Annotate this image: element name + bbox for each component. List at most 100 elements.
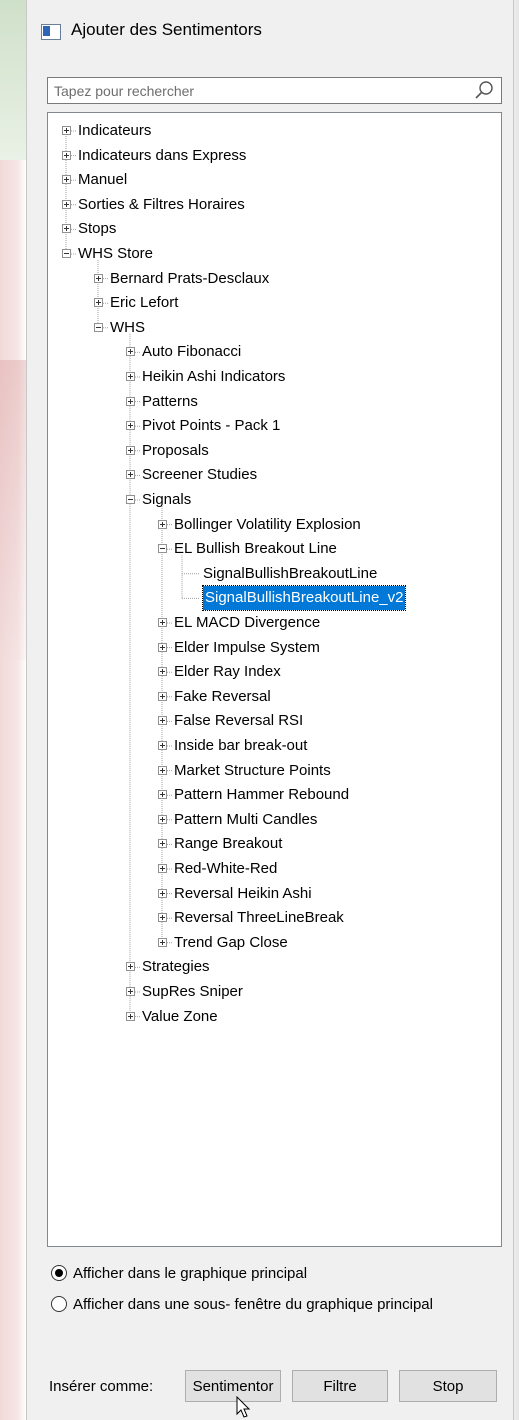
expand-plus-icon[interactable] [158, 888, 167, 898]
expand-plus-icon[interactable] [94, 273, 103, 283]
tree-folder-item[interactable]: Range Breakout [48, 832, 498, 856]
search-input[interactable] [54, 81, 454, 101]
search-box[interactable] [47, 77, 502, 104]
tree-leaf-item[interactable]: SignalBullishBreakoutLine [48, 562, 498, 586]
tree-folder-item[interactable]: Manuel [48, 168, 498, 192]
tree-folder-item[interactable]: Pattern Hammer Rebound [48, 783, 498, 807]
tree-folder-item[interactable]: WHS Store [48, 242, 498, 266]
tree-folder-item[interactable]: EL Bullish Breakout Line [48, 537, 498, 561]
tree-folder-item[interactable]: Proposals [48, 439, 498, 463]
tree-item-label: Bernard Prats-Desclaux [110, 269, 270, 287]
stop-button[interactable]: Stop [399, 1370, 497, 1402]
expand-plus-icon[interactable] [158, 716, 167, 726]
tree-item-label: Bollinger Volatility Explosion [174, 515, 361, 533]
sentimentor-button[interactable]: Sentimentor [185, 1370, 281, 1402]
tree-folder-item[interactable]: Inside bar break-out [48, 734, 498, 758]
radio-main-chart-label: Afficher dans le graphique principal [73, 1265, 308, 1282]
search-icon[interactable] [473, 80, 495, 102]
tree-item-label: Elder Impulse System [174, 638, 320, 656]
filter-button[interactable]: Filtre [292, 1370, 388, 1402]
tree-folder-item[interactable]: Eric Lefort [48, 291, 498, 315]
tree-folder-item[interactable]: Patterns [48, 390, 498, 414]
tree-item-label: Indicateurs dans Express [78, 146, 247, 164]
tree-item-label: WHS Store [78, 245, 154, 262]
tree-folder-item[interactable]: SupRes Sniper [48, 980, 498, 1004]
expand-plus-icon[interactable] [158, 618, 167, 627]
collapse-minus-icon[interactable] [62, 249, 71, 258]
tree-folder-item[interactable]: Market Structure Points [48, 759, 498, 783]
expand-plus-icon[interactable] [126, 987, 135, 996]
expand-plus-icon[interactable] [62, 224, 71, 234]
dialog-title: Ajouter des Sentimentors [71, 20, 262, 39]
collapse-minus-icon[interactable] [94, 322, 103, 332]
collapse-minus-icon[interactable] [158, 544, 167, 554]
tree-folder-item[interactable]: Reversal ThreeLineBreak [48, 906, 498, 930]
expand-plus-icon[interactable] [158, 790, 167, 800]
tree-folder-item[interactable]: Sorties & Filtres Horaires [48, 193, 498, 217]
expand-plus-icon[interactable] [158, 741, 167, 750]
tree-item-label: Signals [142, 491, 192, 508]
tree-folder-item[interactable]: Strategies [48, 955, 498, 979]
tree-folder-item[interactable]: Bollinger Volatility Explosion [48, 513, 498, 537]
tree-folder-item[interactable]: Pattern Multi Candles [48, 808, 498, 832]
tree-folder-item[interactable]: Auto Fibonacci [48, 340, 498, 364]
tree-item-label: Value Zone [142, 1007, 218, 1025]
sentimentor-tree[interactable]: Indicateurs Indicateurs dans Express Manue… [47, 112, 502, 1247]
tree-item-label: Pivot Points - Pack 1 [142, 417, 281, 435]
expand-plus-icon[interactable] [158, 519, 167, 529]
tree-folder-item[interactable]: WHS [48, 316, 498, 340]
tree-folder-item[interactable]: Indicateurs dans Express [48, 144, 498, 168]
tree-folder-item[interactable]: Screener Studies [48, 463, 498, 487]
expand-plus-icon[interactable] [158, 642, 167, 652]
collapse-minus-icon[interactable] [126, 495, 135, 504]
expand-plus-icon[interactable] [158, 913, 167, 923]
expand-plus-icon[interactable] [126, 1011, 135, 1021]
expand-plus-icon[interactable] [126, 445, 135, 455]
tree-folder-item[interactable]: Signals [48, 488, 498, 512]
expand-plus-icon[interactable] [94, 298, 103, 308]
expand-plus-icon[interactable] [158, 765, 167, 775]
expand-plus-icon[interactable] [158, 814, 167, 824]
expand-plus-icon[interactable] [126, 470, 135, 480]
expand-plus-icon[interactable] [158, 937, 167, 947]
expand-plus-icon[interactable] [158, 864, 167, 873]
tree-folder-item[interactable]: Elder Impulse System [48, 636, 498, 660]
tree-folder-item[interactable]: Stops [48, 217, 498, 241]
expand-plus-icon[interactable] [62, 199, 71, 209]
expand-plus-icon[interactable] [62, 150, 71, 160]
expand-plus-icon[interactable] [62, 175, 71, 185]
tree-item-label: SignalBullishBreakoutLine [203, 564, 378, 582]
expand-plus-icon[interactable] [126, 962, 135, 972]
expand-plus-icon[interactable] [158, 667, 167, 677]
tree-folder-item[interactable]: EL MACD Divergence [48, 611, 498, 635]
tree-folder-item[interactable]: Value Zone [48, 1005, 498, 1029]
tree-folder-item[interactable]: Elder Ray Index [48, 660, 498, 684]
expand-plus-icon[interactable] [62, 126, 71, 135]
tree-item-label: Heikin Ashi Indicators [142, 368, 286, 385]
tree-item-label: Market Structure Points [174, 761, 331, 779]
tree-item-label: SupRes Sniper [142, 983, 243, 1000]
tree-item-label: Sorties & Filtres Horaires [78, 195, 245, 213]
tree-folder-item[interactable]: Indicateurs [48, 119, 498, 143]
tree-item-label: Eric Lefort [110, 294, 179, 312]
tree-leaf-item[interactable]: SignalBullishBreakoutLine_v2 [48, 585, 498, 612]
radio-button[interactable] [51, 1296, 67, 1312]
expand-plus-icon[interactable] [158, 691, 167, 701]
expand-plus-icon[interactable] [158, 839, 167, 849]
expand-plus-icon[interactable] [126, 421, 135, 431]
tree-folder-item[interactable]: Fake Reversal [48, 685, 498, 709]
tree-item-label: Inside bar break-out [174, 737, 308, 754]
tree-folder-item[interactable]: Heikin Ashi Indicators [48, 365, 498, 389]
tree-item-label: False Reversal RSI [174, 712, 304, 730]
expand-plus-icon[interactable] [126, 372, 135, 381]
radio-button[interactable] [51, 1265, 67, 1281]
tree-item-label: WHS [110, 318, 145, 336]
tree-folder-item[interactable]: Reversal Heikin Ashi [48, 882, 498, 906]
tree-folder-item[interactable]: Pivot Points - Pack 1 [48, 414, 498, 438]
tree-folder-item[interactable]: False Reversal RSI [48, 709, 498, 733]
expand-plus-icon[interactable] [126, 396, 135, 406]
tree-folder-item[interactable]: Trend Gap Close [48, 931, 498, 955]
tree-folder-item[interactable]: Red-White-Red [48, 857, 498, 881]
expand-plus-icon[interactable] [126, 347, 135, 357]
tree-folder-item[interactable]: Bernard Prats-Desclaux [48, 267, 498, 291]
